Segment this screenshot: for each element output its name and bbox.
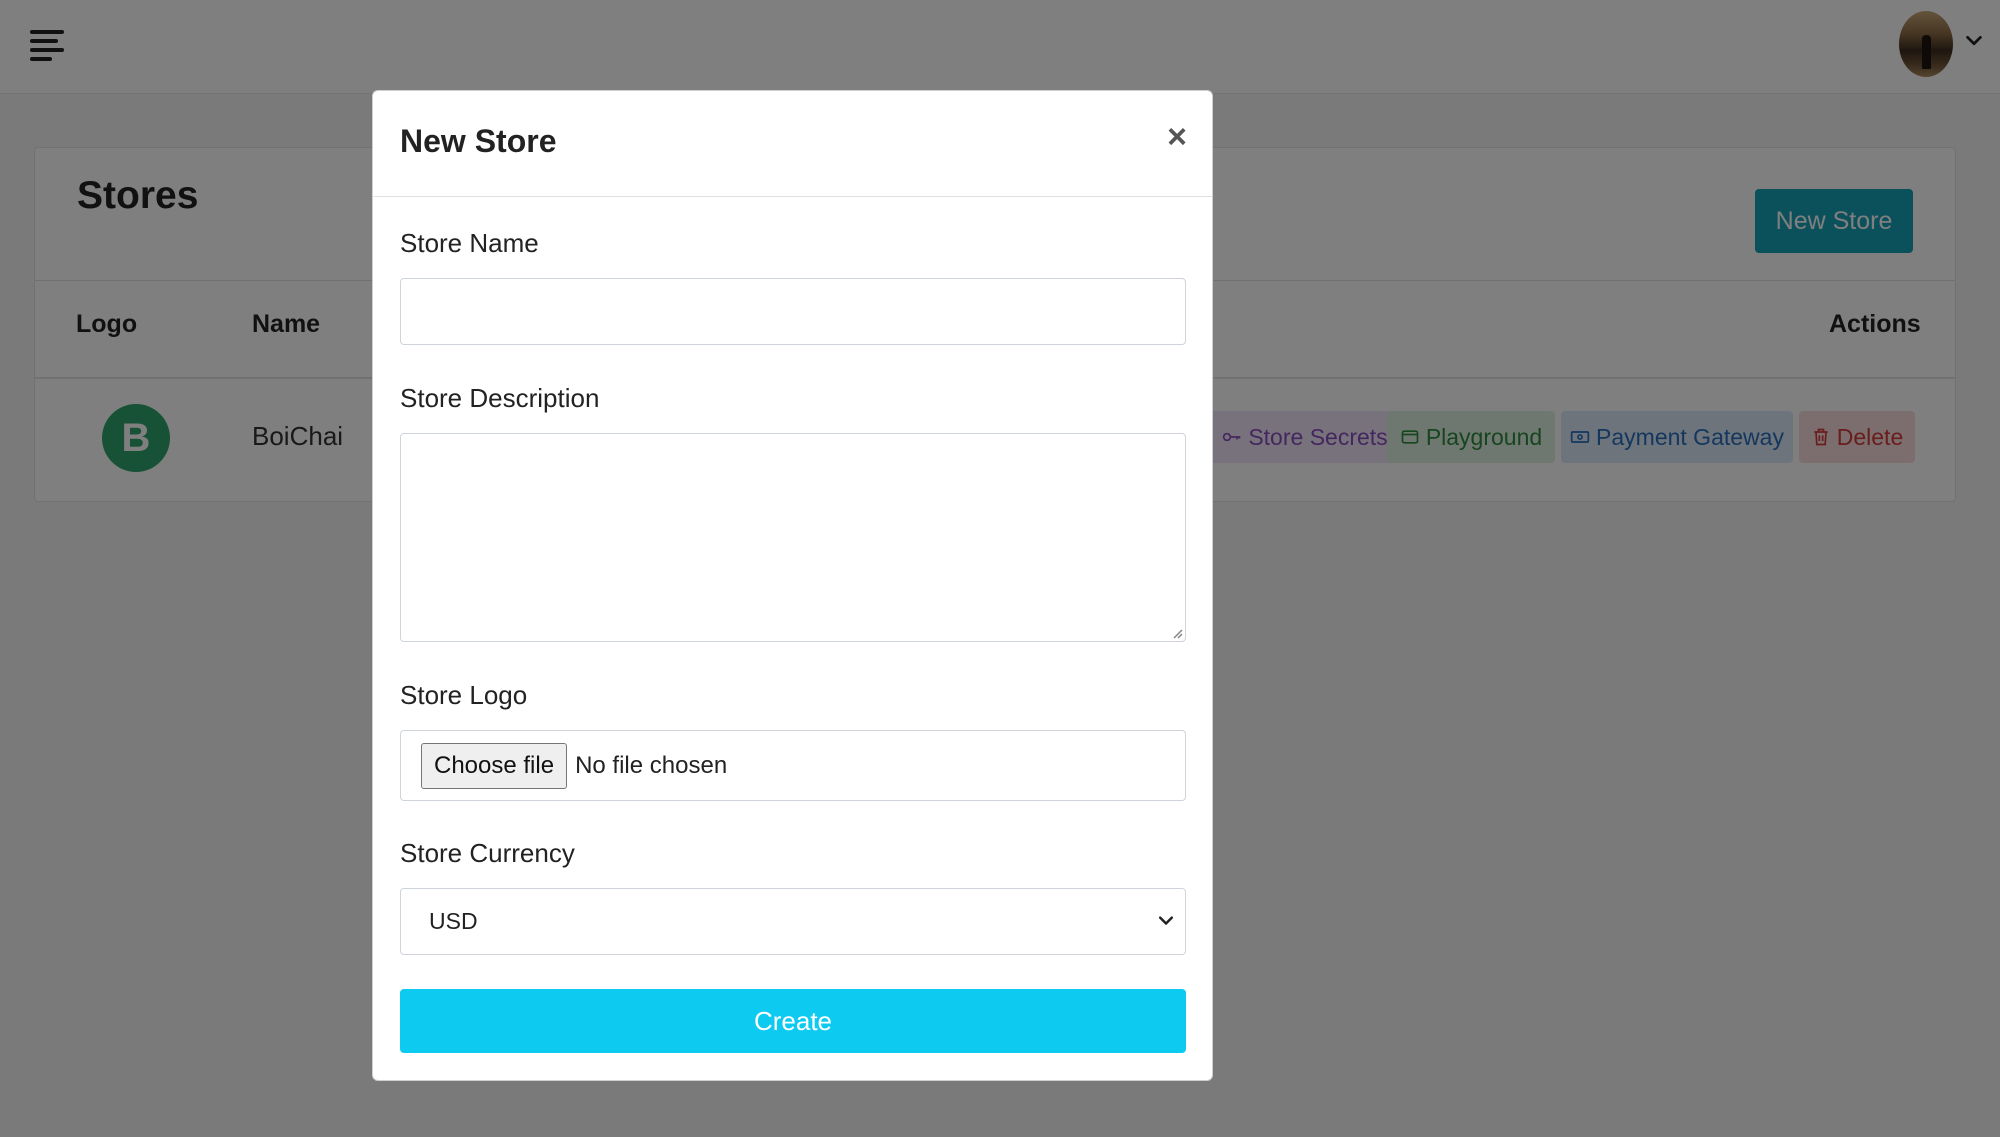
close-icon[interactable]: ×	[1161, 118, 1193, 156]
store-description-textarea[interactable]	[400, 433, 1186, 642]
choose-file-button[interactable]: Choose file	[421, 742, 568, 789]
store-description-label: Store Description	[400, 383, 600, 413]
new-store-modal: New Store × Store Name Store Description…	[372, 90, 1213, 1081]
resize-handle-icon[interactable]	[1169, 625, 1183, 639]
store-currency-value: USD	[429, 908, 478, 934]
store-name-input[interactable]	[400, 278, 1186, 345]
store-currency-select[interactable]: USD	[400, 888, 1186, 955]
store-logo-file-input[interactable]: Choose file No file chosen	[400, 730, 1186, 801]
chevron-down-icon	[1158, 916, 1174, 925]
store-logo-label: Store Logo	[400, 680, 528, 710]
store-name-label: Store Name	[400, 228, 539, 258]
create-button[interactable]: Create	[400, 989, 1186, 1053]
modal-title: New Store	[400, 123, 557, 159]
modal-header: New Store ×	[373, 91, 1212, 197]
file-status-text: No file chosen	[575, 751, 728, 779]
store-currency-label: Store Currency	[400, 838, 575, 868]
